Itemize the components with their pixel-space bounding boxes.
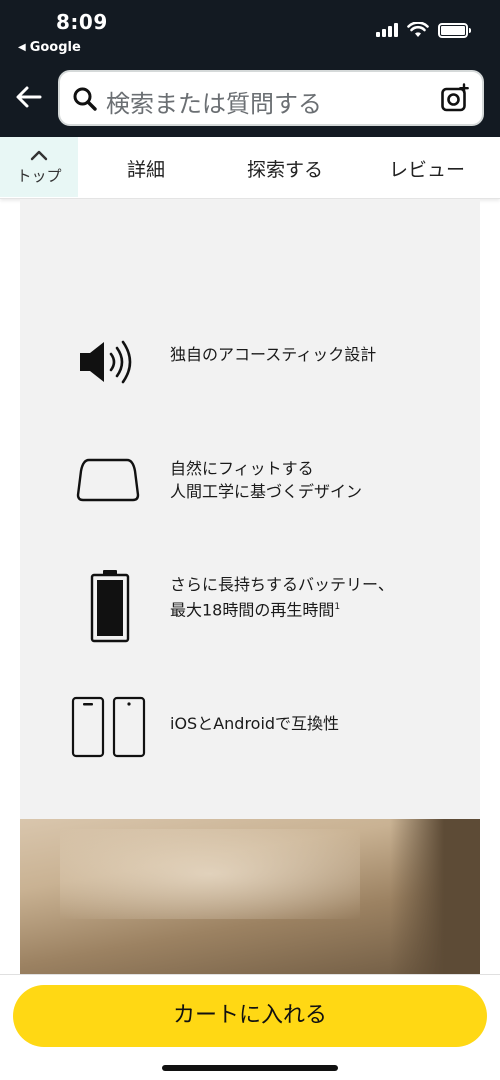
status-bar: 8:09 ◀ Google [0, 0, 500, 62]
bottom-action-bar: カートに入れる [0, 974, 500, 1080]
feature-line: 最大18時間の再生時間 [170, 600, 335, 620]
battery-status-icon [438, 22, 471, 38]
speaker-icon [80, 340, 132, 384]
tab-details[interactable]: 詳細 [127, 155, 165, 182]
search-row: 検索または質問する [0, 68, 500, 130]
back-to-app-link[interactable]: ◀ Google [18, 40, 81, 55]
feature-line: 自然にフィットする [170, 459, 314, 478]
tab-top[interactable]: トップ [0, 137, 78, 197]
feature-line: 独自のアコースティック設計 [170, 345, 377, 364]
features-panel: 独自のアコースティック設計 自然にフィットする 人間工学に基づくデザイン さらに… [20, 199, 480, 819]
status-icons [376, 22, 471, 38]
search-icon [73, 87, 97, 111]
cellular-signal-icon [376, 23, 398, 37]
earbud-shape-icon [76, 458, 140, 502]
back-arrow-icon[interactable] [14, 82, 44, 112]
add-to-cart-button[interactable]: カートに入れる [13, 985, 487, 1047]
feature-line: さらに長持ちするバッテリー、 [170, 575, 394, 594]
phones-icon [71, 696, 146, 758]
home-indicator[interactable] [162, 1065, 338, 1071]
feature-line: iOSとAndroidで互換性 [170, 714, 340, 733]
section-tabs: トップ 詳細 探索する レビュー [0, 137, 500, 199]
wifi-icon [407, 22, 429, 37]
status-time: 8:09 [56, 10, 108, 34]
feature-line: 人間工学に基づくデザイン [170, 482, 363, 501]
tab-top-label: トップ [16, 167, 62, 185]
search-placeholder: 検索または質問する [106, 90, 322, 118]
tab-explore[interactable]: 探索する [247, 155, 323, 182]
camera-search-icon[interactable] [440, 83, 470, 113]
back-triangle-icon: ◀ [18, 42, 26, 53]
product-photo [20, 819, 480, 974]
footnote-marker: 1 [334, 602, 341, 612]
chevron-up-icon [30, 150, 48, 161]
battery-icon [90, 570, 130, 643]
tab-reviews[interactable]: レビュー [389, 155, 465, 182]
search-input[interactable]: 検索または質問する [58, 70, 484, 126]
back-app-label: Google [29, 40, 81, 55]
